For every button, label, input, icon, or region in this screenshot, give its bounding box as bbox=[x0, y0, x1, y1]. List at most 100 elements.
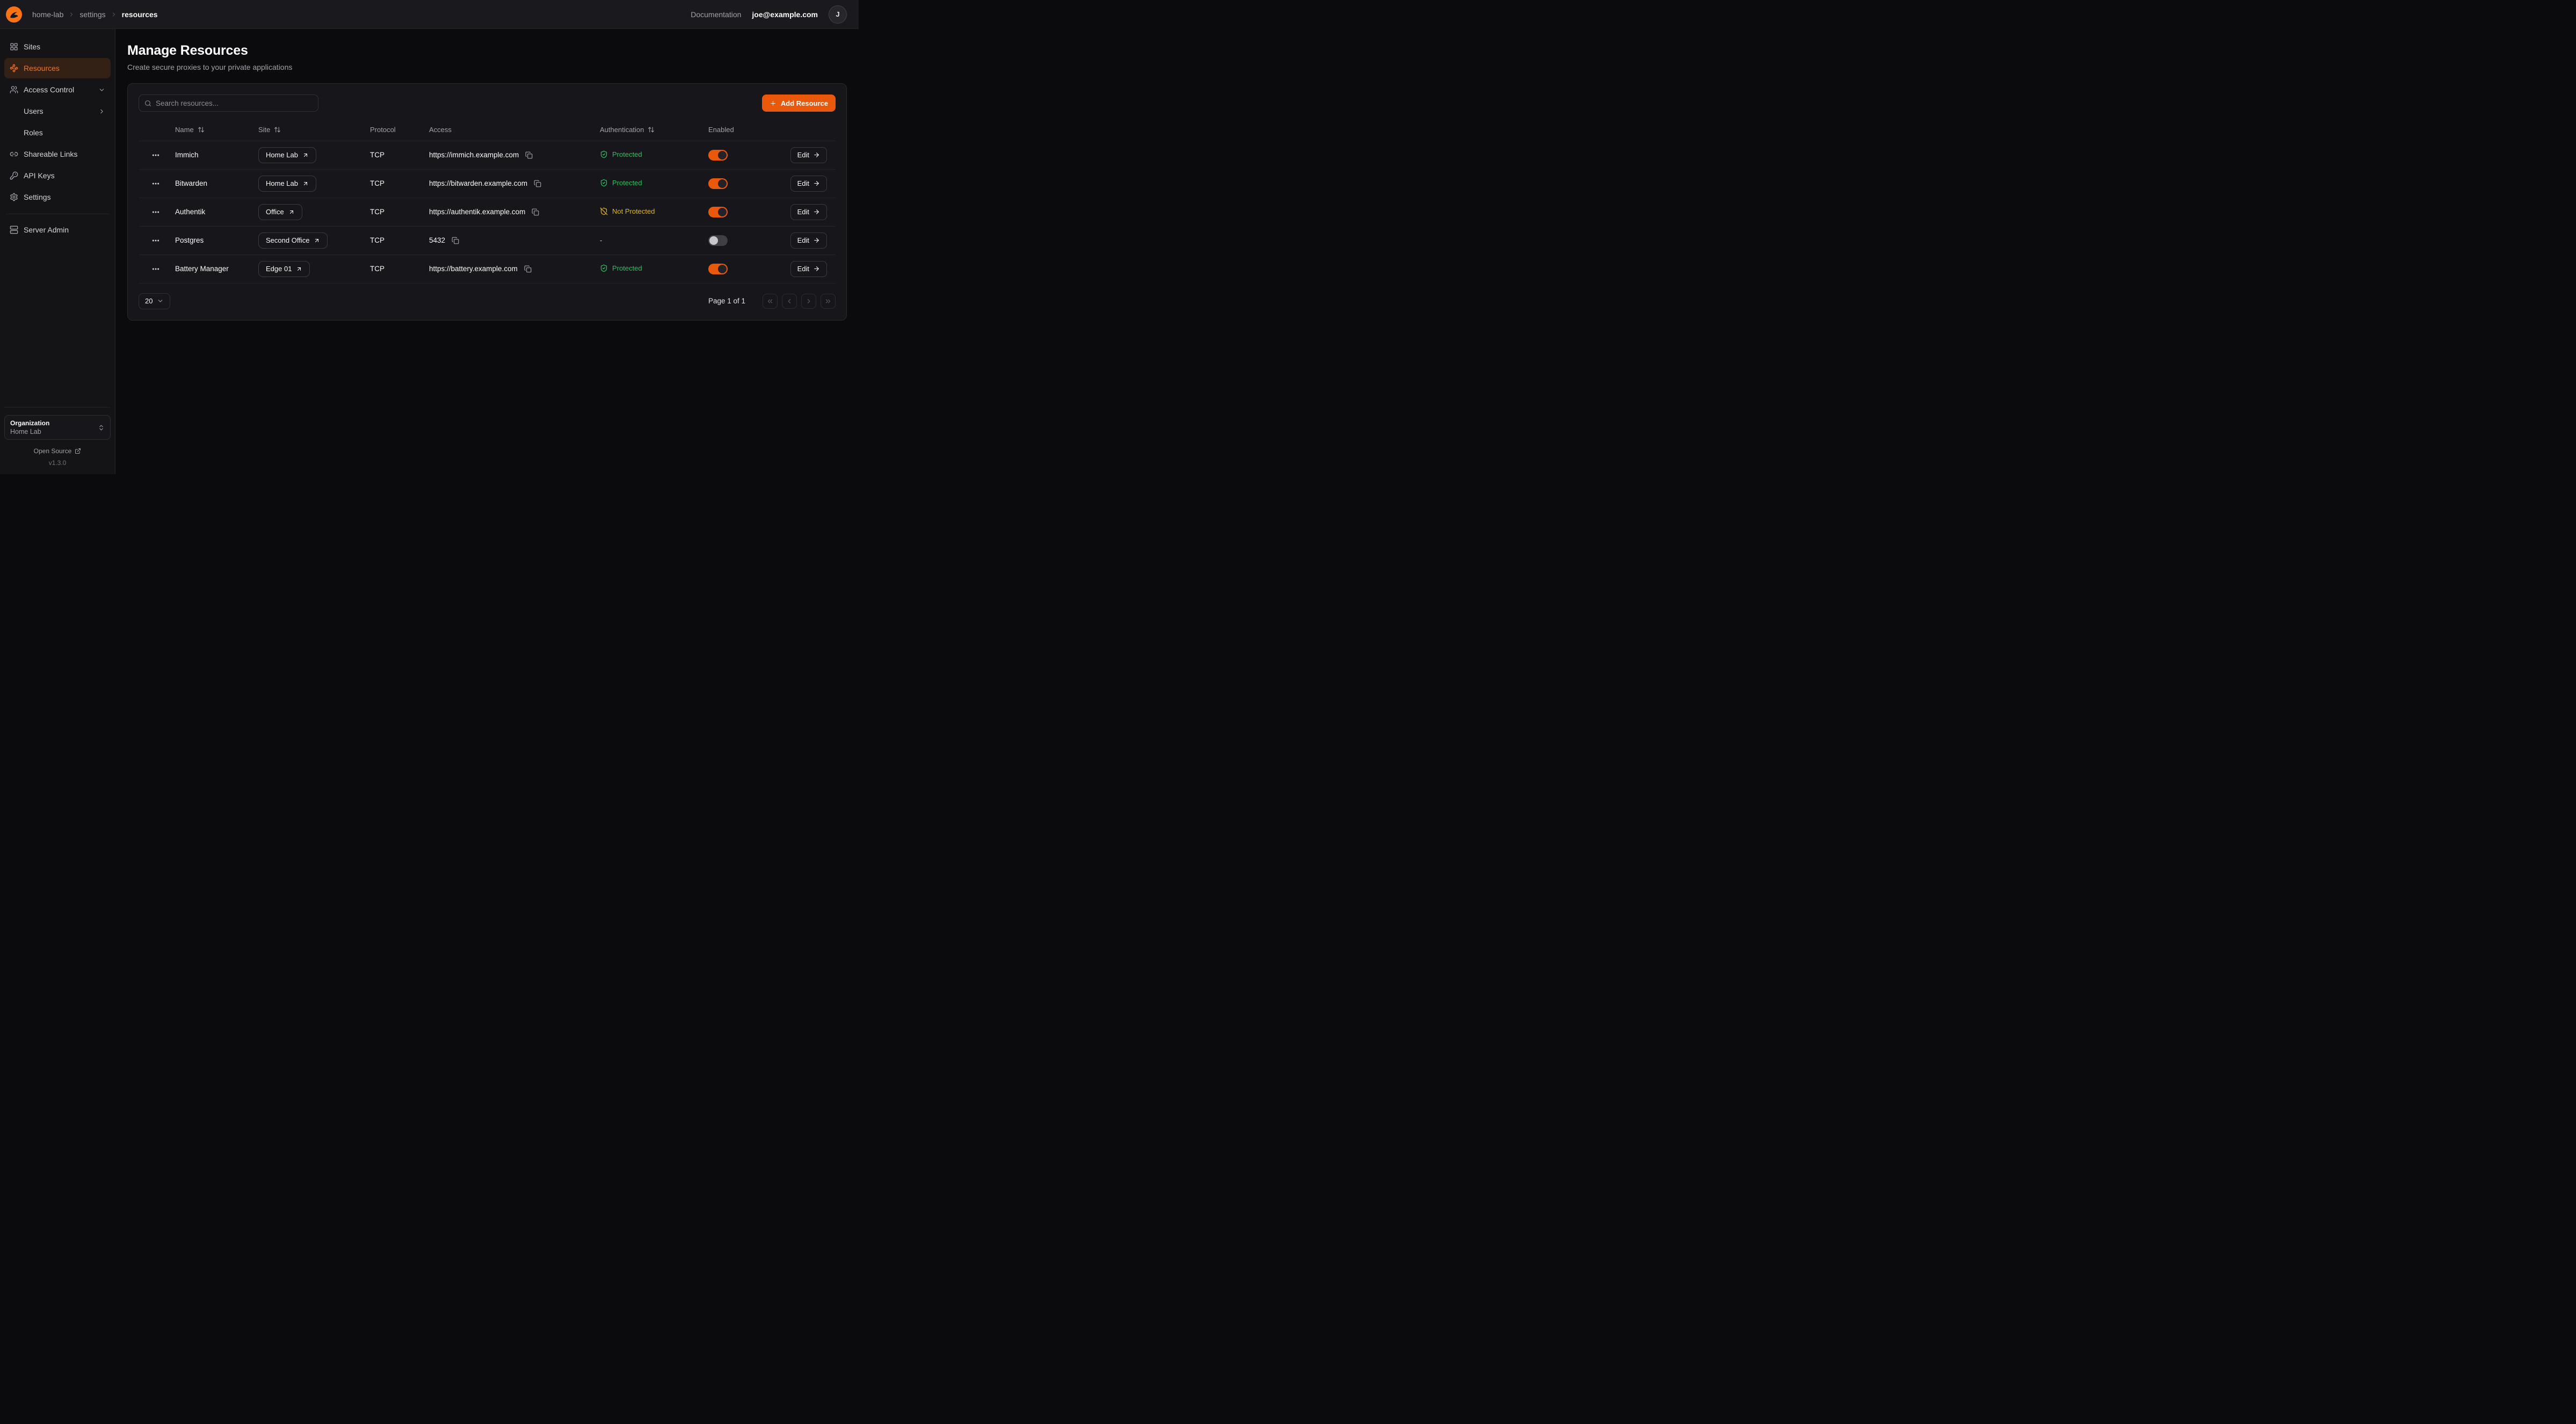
row-menu-button[interactable] bbox=[149, 263, 162, 275]
column-header-actions bbox=[776, 119, 836, 141]
avatar[interactable]: J bbox=[829, 5, 847, 24]
breadcrumb-settings[interactable]: settings bbox=[79, 10, 105, 19]
previous-page-button[interactable] bbox=[782, 294, 797, 309]
app-logo-icon[interactable] bbox=[4, 5, 24, 24]
resource-protocol: TCP bbox=[364, 226, 423, 255]
sidebar-item-sites[interactable]: Sites bbox=[4, 37, 111, 57]
column-header-site[interactable]: Site bbox=[252, 119, 364, 141]
sidebar-item-users[interactable]: Users bbox=[4, 101, 111, 121]
next-page-button[interactable] bbox=[801, 294, 816, 309]
chevron-right-icon bbox=[98, 108, 105, 115]
sidebar-item-access-control[interactable]: Access Control bbox=[4, 79, 111, 100]
edit-button[interactable]: Edit bbox=[790, 261, 827, 277]
sort-icon bbox=[198, 126, 205, 133]
sidebar-item-api-keys[interactable]: API Keys bbox=[4, 165, 111, 186]
add-resource-label: Add Resource bbox=[781, 99, 828, 107]
chevron-right-icon bbox=[111, 11, 117, 18]
copy-button[interactable] bbox=[533, 179, 542, 188]
auth-status: Not Protected bbox=[600, 207, 655, 215]
enabled-toggle[interactable] bbox=[708, 235, 728, 246]
breadcrumb-current: resources bbox=[122, 10, 158, 19]
site-link[interactable]: Edge 01 bbox=[258, 261, 310, 277]
breadcrumb-org[interactable]: home-lab bbox=[32, 10, 63, 19]
arrow-right-icon bbox=[813, 208, 820, 215]
enabled-toggle[interactable] bbox=[708, 207, 728, 217]
table-row: Battery Manager Edge 01 TCP https://batt… bbox=[139, 255, 836, 283]
resource-protocol: TCP bbox=[364, 169, 423, 198]
ellipsis-icon bbox=[151, 179, 160, 188]
row-menu-button[interactable] bbox=[149, 177, 162, 190]
enabled-toggle[interactable] bbox=[708, 264, 728, 274]
chevron-right-icon bbox=[68, 11, 75, 18]
gear-icon bbox=[10, 193, 18, 201]
edit-button[interactable]: Edit bbox=[790, 233, 827, 249]
pagination: Page 1 of 1 bbox=[708, 294, 836, 309]
shield-check-icon bbox=[600, 150, 608, 158]
documentation-link[interactable]: Documentation bbox=[691, 10, 741, 19]
copy-button[interactable] bbox=[531, 207, 540, 217]
resource-name: Immich bbox=[169, 141, 252, 169]
copy-button[interactable] bbox=[451, 236, 460, 245]
page-size-value: 20 bbox=[145, 297, 153, 305]
organization-label: Organization bbox=[10, 419, 49, 427]
copy-button[interactable] bbox=[523, 264, 533, 274]
waypoints-icon bbox=[10, 64, 18, 72]
arrow-up-right-icon bbox=[302, 152, 309, 158]
sidebar-item-shareable-links[interactable]: Shareable Links bbox=[4, 144, 111, 164]
copy-icon bbox=[452, 237, 459, 244]
site-link[interactable]: Home Lab bbox=[258, 176, 316, 192]
column-header-name[interactable]: Name bbox=[169, 119, 252, 141]
access-url: https://immich.example.com bbox=[429, 151, 519, 159]
copy-button[interactable] bbox=[524, 150, 534, 160]
users-icon bbox=[10, 85, 18, 94]
first-page-button[interactable] bbox=[763, 294, 778, 309]
ellipsis-icon bbox=[151, 208, 160, 216]
row-menu-button[interactable] bbox=[149, 234, 162, 247]
edit-button[interactable]: Edit bbox=[790, 204, 827, 220]
sidebar-item-label: Access Control bbox=[24, 85, 74, 94]
sidebar-item-server-admin[interactable]: Server Admin bbox=[4, 220, 111, 240]
sort-icon bbox=[274, 126, 281, 133]
column-header-authentication[interactable]: Authentication bbox=[593, 119, 702, 141]
open-source-link[interactable]: Open Source bbox=[4, 447, 111, 455]
site-name: Second Office bbox=[266, 236, 309, 244]
arrow-right-icon bbox=[813, 237, 820, 244]
external-link-icon bbox=[75, 448, 81, 454]
sidebar-item-roles[interactable]: Roles bbox=[4, 122, 111, 143]
row-menu-button[interactable] bbox=[149, 206, 162, 219]
enabled-toggle[interactable] bbox=[708, 178, 728, 189]
site-link[interactable]: Home Lab bbox=[258, 147, 316, 163]
organization-selector[interactable]: Organization Home Lab bbox=[4, 415, 111, 440]
organization-value: Home Lab bbox=[10, 428, 49, 435]
sort-icon bbox=[648, 126, 655, 133]
user-email[interactable]: joe@example.com bbox=[752, 10, 818, 19]
shield-check-icon bbox=[600, 264, 608, 272]
page-size-select[interactable]: 20 bbox=[139, 293, 170, 309]
table-footer: 20 Page 1 of 1 bbox=[139, 284, 836, 309]
auth-status: Protected bbox=[600, 179, 642, 187]
column-header-menu bbox=[139, 119, 169, 141]
arrow-up-right-icon bbox=[314, 237, 320, 244]
edit-button[interactable]: Edit bbox=[790, 176, 827, 192]
sidebar-item-settings[interactable]: Settings bbox=[4, 187, 111, 207]
last-page-button[interactable] bbox=[821, 294, 836, 309]
search-icon bbox=[144, 100, 151, 107]
edit-button[interactable]: Edit bbox=[790, 147, 827, 163]
enabled-toggle[interactable] bbox=[708, 150, 728, 161]
site-link[interactable]: Office bbox=[258, 204, 302, 220]
arrow-right-icon bbox=[813, 180, 820, 187]
table-row: Authentik Office TCP https://authentik.e… bbox=[139, 198, 836, 226]
plus-icon bbox=[770, 100, 777, 107]
row-menu-button[interactable] bbox=[149, 149, 162, 162]
sidebar-item-label: API Keys bbox=[24, 171, 55, 180]
sidebar-item-resources[interactable]: Resources bbox=[4, 58, 111, 78]
site-name: Office bbox=[266, 208, 284, 216]
resource-protocol: TCP bbox=[364, 255, 423, 283]
site-link[interactable]: Second Office bbox=[258, 233, 328, 249]
search-input[interactable] bbox=[156, 99, 313, 107]
arrow-right-icon bbox=[813, 265, 820, 272]
add-resource-button[interactable]: Add Resource bbox=[762, 95, 836, 112]
chevron-left-icon bbox=[786, 297, 793, 305]
breadcrumb: home-lab settings resources bbox=[32, 10, 158, 19]
main-content: Manage Resources Create secure proxies t… bbox=[115, 29, 859, 474]
